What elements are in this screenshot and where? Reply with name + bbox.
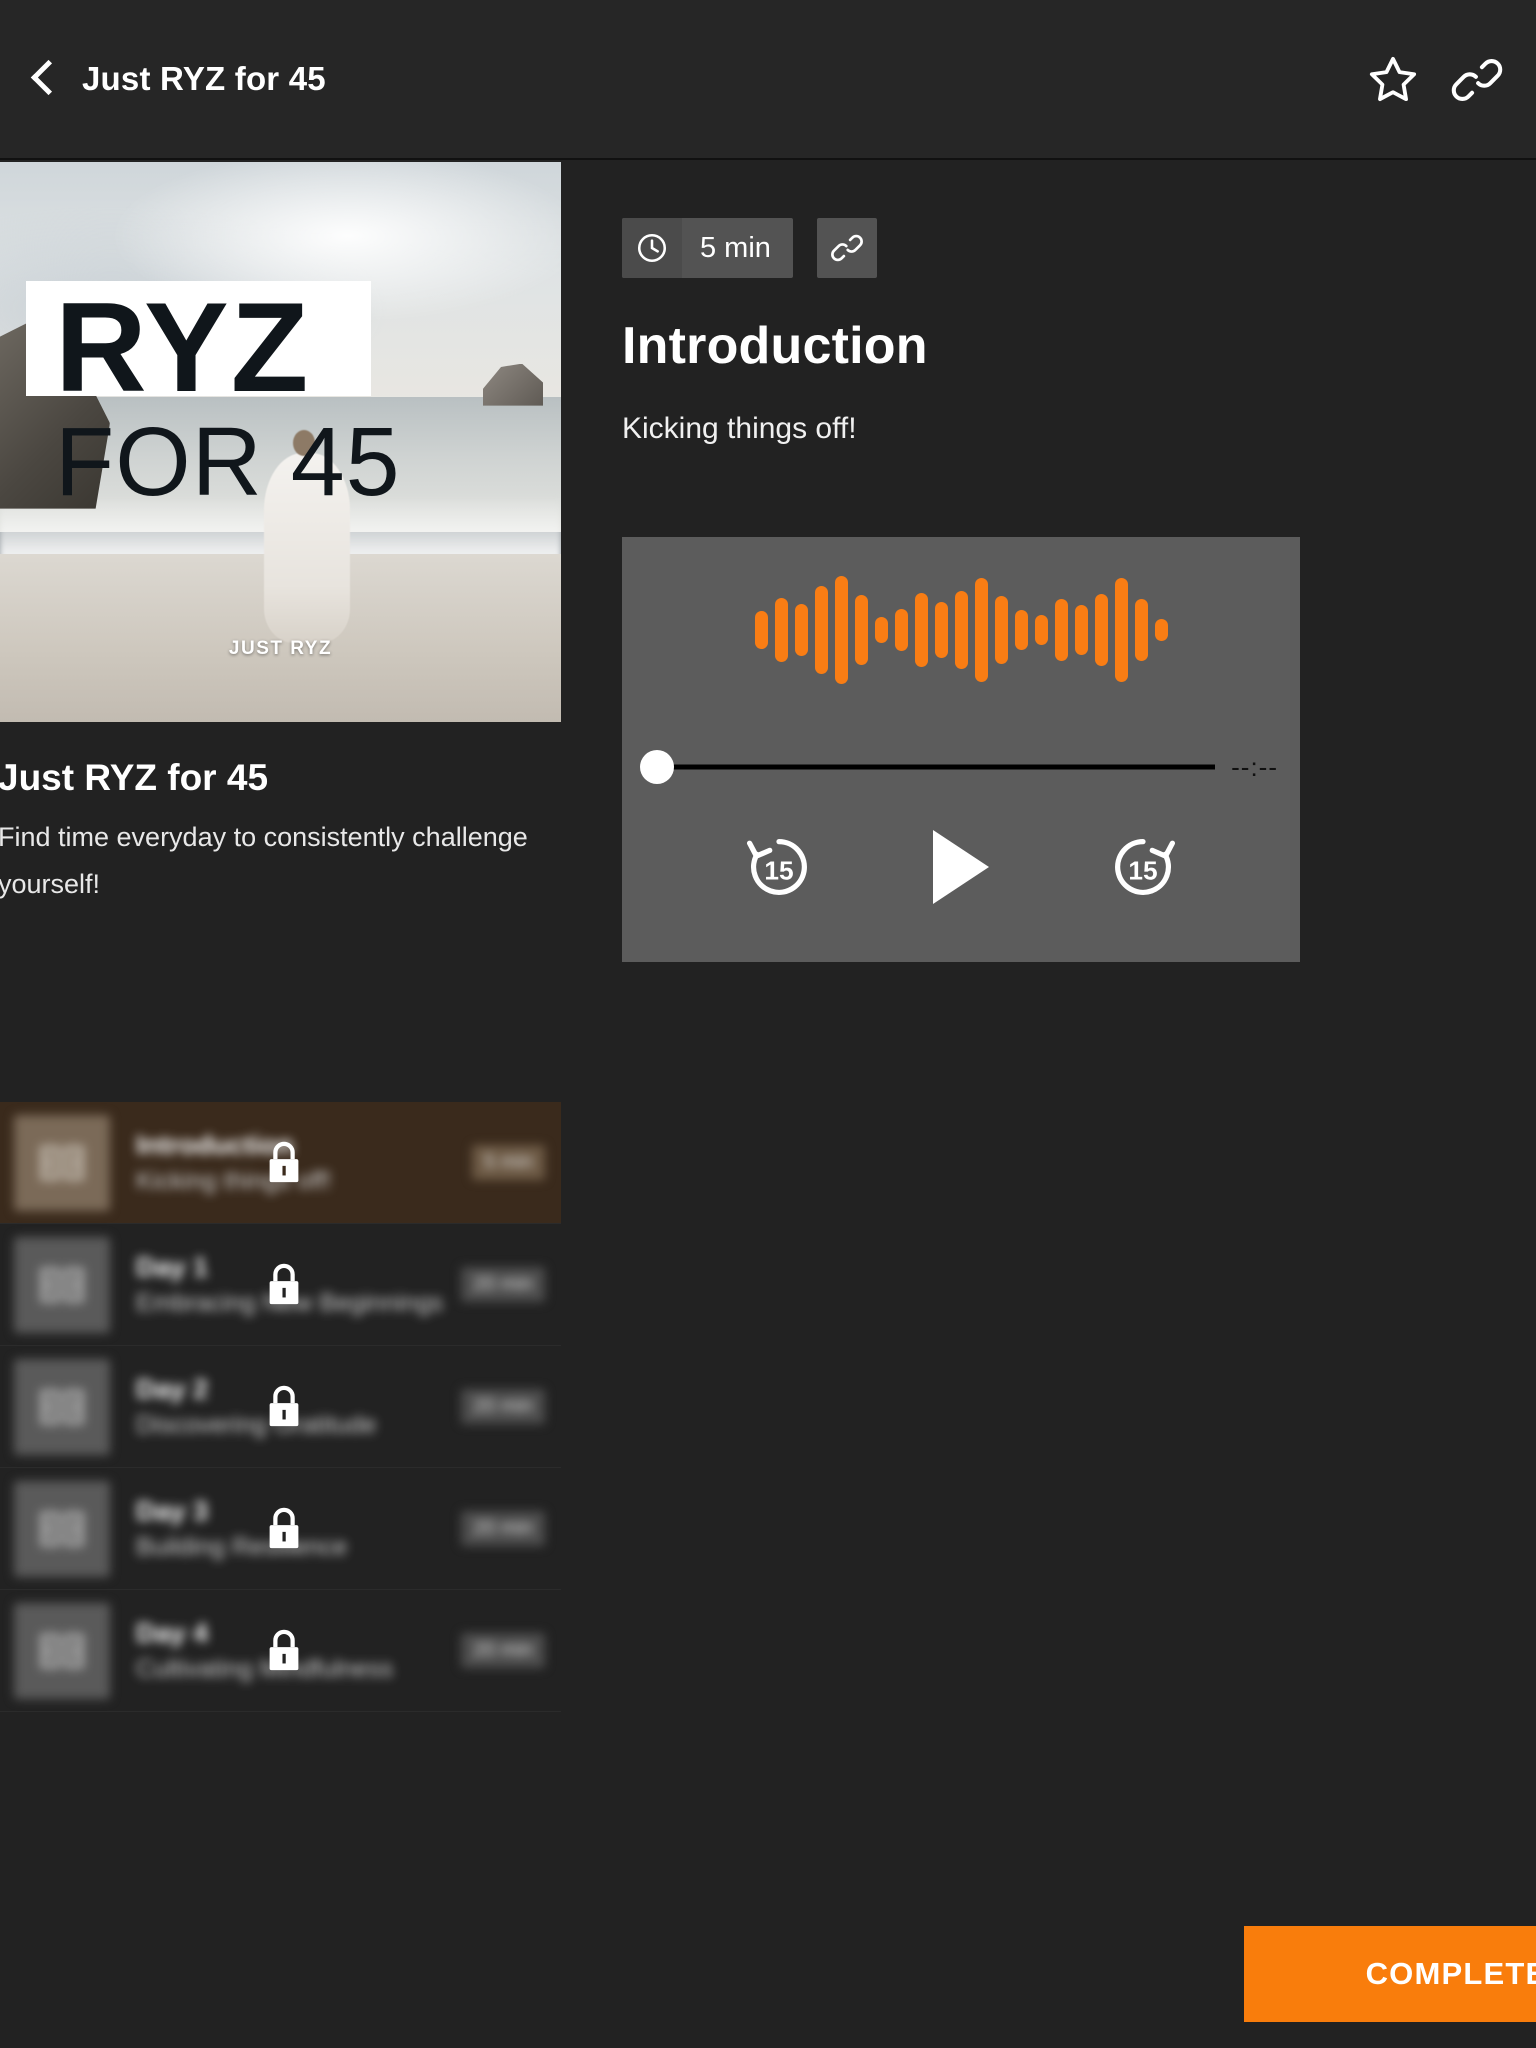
waveform-bar (854, 595, 868, 665)
book-icon (14, 1236, 110, 1333)
play-icon[interactable] (933, 830, 989, 904)
lesson-duration: 5 min (472, 1145, 545, 1180)
lock-icon (269, 1141, 299, 1182)
waveform-bar (1154, 619, 1168, 641)
svg-text:15: 15 (1128, 855, 1157, 885)
lock-icon (269, 1629, 299, 1670)
lesson-duration: 20 min (460, 1389, 545, 1424)
lesson-list-item[interactable]: Day 2 Discovering Gratitude 20 min (0, 1346, 561, 1468)
star-outline-icon[interactable] (1366, 53, 1420, 107)
top-app-bar: Just RYZ for 45 (0, 0, 1536, 160)
back-button[interactable] (30, 57, 56, 101)
waveform-bar (774, 598, 788, 662)
waveform-bar (834, 576, 848, 684)
waveform-bar (1134, 599, 1148, 661)
link-icon[interactable] (1450, 53, 1504, 107)
course-description: Find time everyday to consistently chall… (0, 822, 528, 899)
lesson-duration: 20 min (460, 1267, 545, 1302)
waveform-bar (754, 611, 768, 649)
book-icon (14, 1114, 110, 1211)
lesson-subtitle: Kicking things off! (622, 412, 857, 445)
lesson-meta-row: 5 min (622, 162, 1536, 278)
course-title: Just RYZ for 45 (0, 757, 269, 798)
lesson-list-item[interactable]: Introduction Kicking things off! 5 min (0, 1102, 561, 1224)
waveform-bar (1074, 605, 1088, 655)
lesson-list: Introduction Kicking things off! 5 min D… (0, 1102, 561, 1712)
book-icon (14, 1602, 110, 1699)
complete-button[interactable]: COMPLETE (1244, 1926, 1536, 2022)
lesson-duration-badge[interactable]: 5 min (622, 218, 793, 278)
clock-icon (622, 218, 682, 278)
lesson-duration: 20 min (460, 1633, 545, 1668)
lesson-duration: 20 min (460, 1511, 545, 1546)
lock-icon (269, 1507, 299, 1548)
waveform-bar (1014, 610, 1028, 650)
lesson-player-screen: Just RYZ for 45 RYZ FOR 45 JUST RYZ Just… (0, 0, 1536, 2048)
waveform-bar (974, 578, 988, 682)
audio-seek-row: --:-- (622, 737, 1300, 797)
forward-15-icon[interactable]: 15 (1101, 825, 1185, 909)
lesson-list-item[interactable]: Day 4 Cultivating Mindfulness 20 min (0, 1590, 561, 1712)
topbar-left-group: Just RYZ for 45 (0, 57, 326, 101)
link-icon (830, 234, 863, 262)
waveform-bar (1054, 599, 1068, 661)
waveform-bar (1094, 594, 1108, 666)
page-title: Just RYZ for 45 (82, 60, 326, 97)
waveform-bar (794, 604, 808, 656)
waveform-bar (954, 591, 968, 669)
lesson-list-item[interactable]: Day 3 Building Resilience 20 min (0, 1468, 561, 1590)
lesson-duration-label: 5 min (700, 231, 771, 264)
lock-icon (269, 1385, 299, 1426)
audio-controls: 15 15 (622, 807, 1300, 927)
rewind-15-icon[interactable]: 15 (737, 825, 821, 909)
audio-player: --:-- 15 15 (622, 537, 1300, 962)
bottom-action-bar: COMPLETE Next (1244, 1900, 1536, 2048)
waveform-bar (994, 596, 1008, 664)
svg-text:15: 15 (764, 855, 793, 885)
course-detail-column: RYZ FOR 45 JUST RYZ Just RYZ for 45 Find… (0, 162, 561, 2048)
waveform-bar (1114, 578, 1128, 682)
audio-progress-track (654, 764, 1216, 770)
cover-logo-line1: RYZ (55, 276, 311, 418)
waveform-bar (814, 586, 828, 674)
cover-brand-mark: JUST RYZ (228, 638, 333, 659)
audio-current-time: --:-- (1231, 751, 1278, 782)
book-icon (14, 1480, 110, 1577)
lesson-share-button[interactable] (816, 218, 877, 278)
course-cover-image: RYZ FOR 45 JUST RYZ (0, 162, 561, 722)
lesson-detail-column: 5 min Introduction Kicking things off! -… (622, 162, 1536, 2048)
audio-progress-thumb[interactable] (640, 750, 674, 784)
topbar-actions (1366, 0, 1504, 160)
waveform-bar (914, 593, 928, 667)
lesson-list-item[interactable]: Day 1 Embracing New Beginnings 20 min (0, 1224, 561, 1346)
waveform-bar (894, 609, 908, 651)
lock-icon (269, 1263, 299, 1304)
waveform-bar (874, 617, 888, 643)
audio-progress-slider[interactable] (640, 750, 1216, 784)
audio-waveform (622, 575, 1300, 685)
cover-logo-line2: FOR 45 (55, 407, 401, 516)
book-icon (14, 1358, 110, 1455)
waveform-bar (934, 602, 948, 658)
waveform-bar (1034, 615, 1048, 645)
lesson-title: Introduction (622, 317, 928, 375)
